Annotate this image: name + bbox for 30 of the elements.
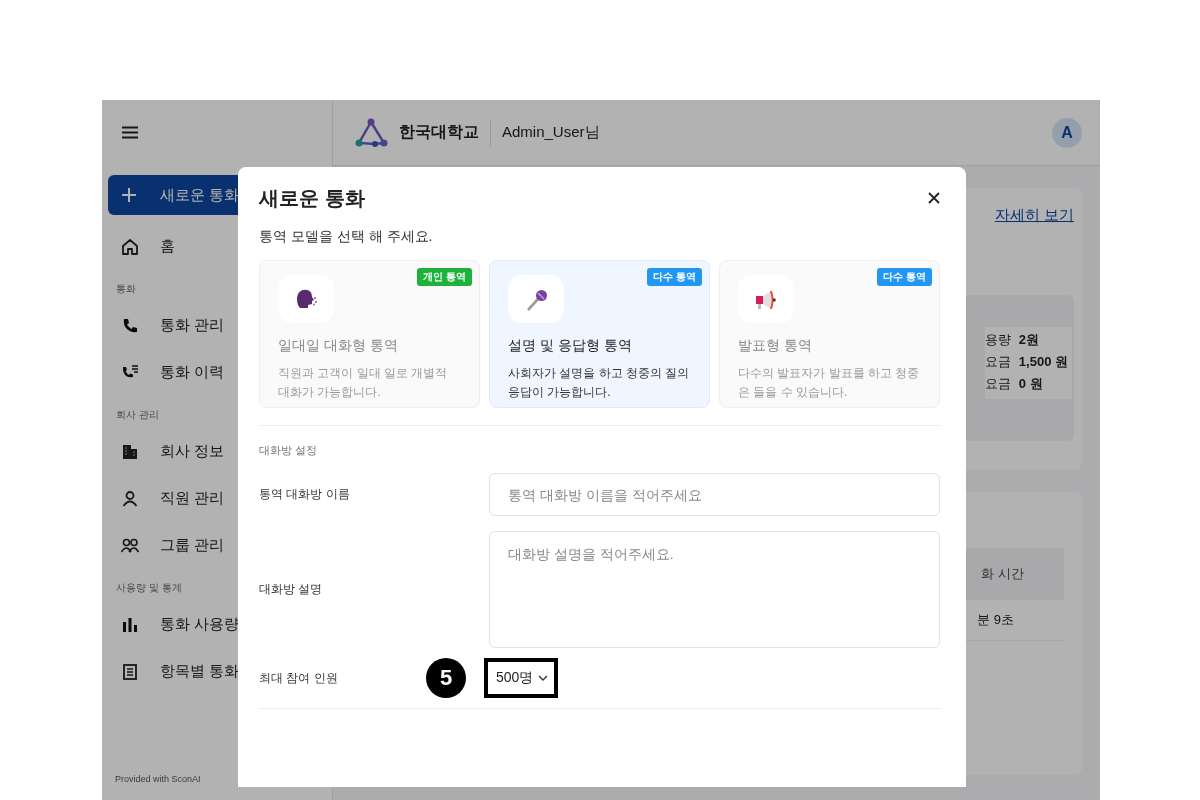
- model-description: 사회자가 설명을 하고 청중의 질의 응답이 가능합니다.: [508, 365, 691, 402]
- table-cell: 분 9초: [977, 611, 1014, 629]
- model-description: 다수의 발표자가 발표를 하고 청중은 들을 수 있습니다.: [738, 365, 921, 402]
- field-label: 대화방 설명: [259, 581, 324, 598]
- model-badge: 다수 통역: [877, 268, 932, 286]
- brand-name: 한국대학교: [399, 122, 479, 142]
- usage-label: 요금: [984, 375, 1011, 393]
- field-label: 통역 대화방 이름: [259, 486, 351, 503]
- user-name: Admin_User님: [502, 123, 600, 142]
- dialog-title: 새로운 통화: [259, 186, 365, 211]
- step-marker: 5: [426, 658, 466, 698]
- dialog-subtitle: 통역 모델을 선택 해 주세요.: [259, 228, 434, 246]
- usage-value: 2원: [1018, 331, 1041, 349]
- usage-value: 0 원: [1018, 375, 1044, 393]
- section-heading: 대화방 설정: [259, 443, 319, 458]
- nav-section-heading: 통화: [115, 282, 136, 296]
- model-title: 발표형 통역: [738, 337, 813, 355]
- model-badge: 다수 통역: [647, 268, 702, 286]
- nav-section-heading: 회사 관리: [115, 408, 159, 422]
- usage-value: 1,500 원: [1018, 353, 1068, 371]
- usage-label: 용량: [984, 331, 1011, 349]
- model-title: 일대일 대화형 통역: [278, 337, 399, 355]
- field-label: 최대 참여 인원: [259, 669, 338, 687]
- usage-label: 요금: [984, 353, 1011, 371]
- model-title: 설명 및 응답형 통역: [508, 337, 633, 355]
- column-header: 화 시간: [981, 565, 1024, 583]
- footer-text: Provided with SconAI: [114, 774, 202, 786]
- nav-section-heading: 사용량 및 통계: [115, 581, 182, 595]
- model-description: 직원과 고객이 일대 일로 개별적 대화가 가능합니다.: [278, 365, 449, 402]
- model-badge: 개인 통역: [417, 268, 472, 286]
